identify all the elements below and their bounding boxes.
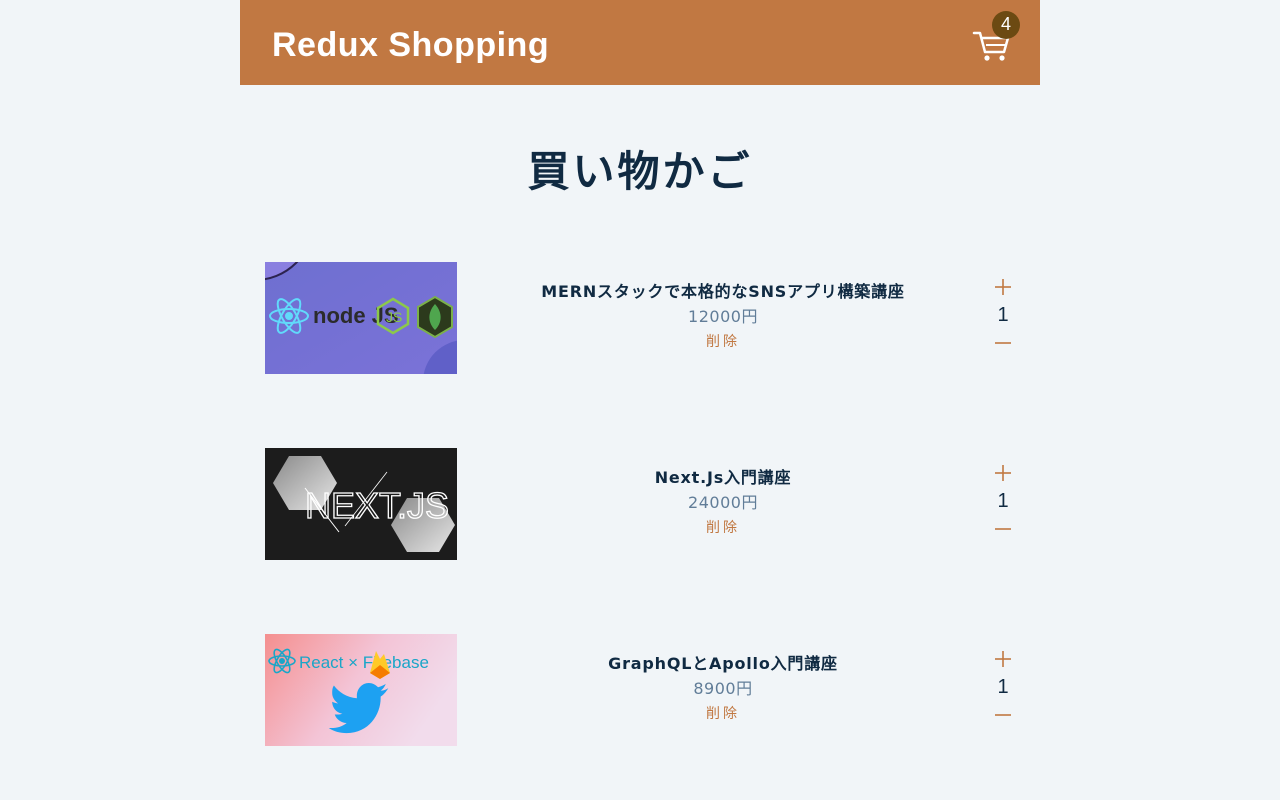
quantity-stepper: 1 (990, 648, 1016, 726)
navbar: Redux Shopping 4 (240, 0, 1040, 85)
decrease-button[interactable] (990, 518, 1016, 540)
quantity-stepper: 1 (990, 462, 1016, 540)
item-quantity: 1 (997, 676, 1009, 698)
cart-item: React × Firebase GraphQLとApollo入門講座 8900… (265, 634, 1025, 746)
cart-button[interactable]: 4 (972, 10, 1020, 65)
cart-item: node JS JS MERNスタックで本格的なSNSアプリ構築講座 12000… (265, 262, 1025, 374)
remove-button[interactable]: 削除 (706, 703, 740, 723)
remove-button[interactable]: 削除 (706, 331, 740, 351)
item-info: Next.Js入門講座 24000円 削除 (473, 464, 973, 537)
mongodb-leaf-icon (417, 295, 453, 339)
increase-button[interactable] (990, 462, 1016, 484)
minus-icon (995, 714, 1011, 716)
svg-text:React × Firebase: React × Firebase (299, 653, 429, 672)
item-name: MERNスタックで本格的なSNSアプリ構築講座 (541, 282, 905, 301)
item-quantity: 1 (997, 304, 1009, 326)
quantity-stepper: 1 (990, 276, 1016, 354)
item-info: MERNスタックで本格的なSNSアプリ構築講座 12000円 削除 (473, 278, 973, 351)
course-thumbnail: NEXT.JS (265, 448, 457, 560)
cart-count-badge: 4 (992, 10, 1020, 39)
decrease-button[interactable] (990, 704, 1016, 726)
increase-button[interactable] (990, 276, 1016, 298)
plus-icon (995, 279, 1011, 295)
svg-text:NEXT.JS: NEXT.JS (305, 485, 449, 526)
item-price: 12000円 (688, 307, 758, 326)
plus-icon (995, 465, 1011, 481)
decrease-button[interactable] (990, 332, 1016, 354)
minus-icon (995, 342, 1011, 344)
item-price: 8900円 (693, 679, 753, 698)
increase-button[interactable] (990, 648, 1016, 670)
item-quantity: 1 (997, 490, 1009, 512)
remove-button[interactable]: 削除 (706, 517, 740, 537)
plus-icon (995, 651, 1011, 667)
item-name: Next.Js入門講座 (654, 468, 792, 487)
item-price: 24000円 (688, 493, 758, 512)
brand-title: Redux Shopping (272, 26, 550, 64)
cart-item: NEXT.JS Next.Js入門講座 24000円 削除 1 (265, 448, 1025, 560)
item-name: GraphQLとApollo入門講座 (608, 654, 838, 673)
page-title: 買い物かご (527, 147, 753, 196)
minus-icon (995, 528, 1011, 530)
svg-text:JS: JS (386, 309, 402, 325)
course-thumbnail: node JS JS (265, 262, 457, 374)
course-thumbnail: React × Firebase (265, 634, 457, 746)
item-info: GraphQLとApollo入門講座 8900円 削除 (473, 650, 973, 723)
